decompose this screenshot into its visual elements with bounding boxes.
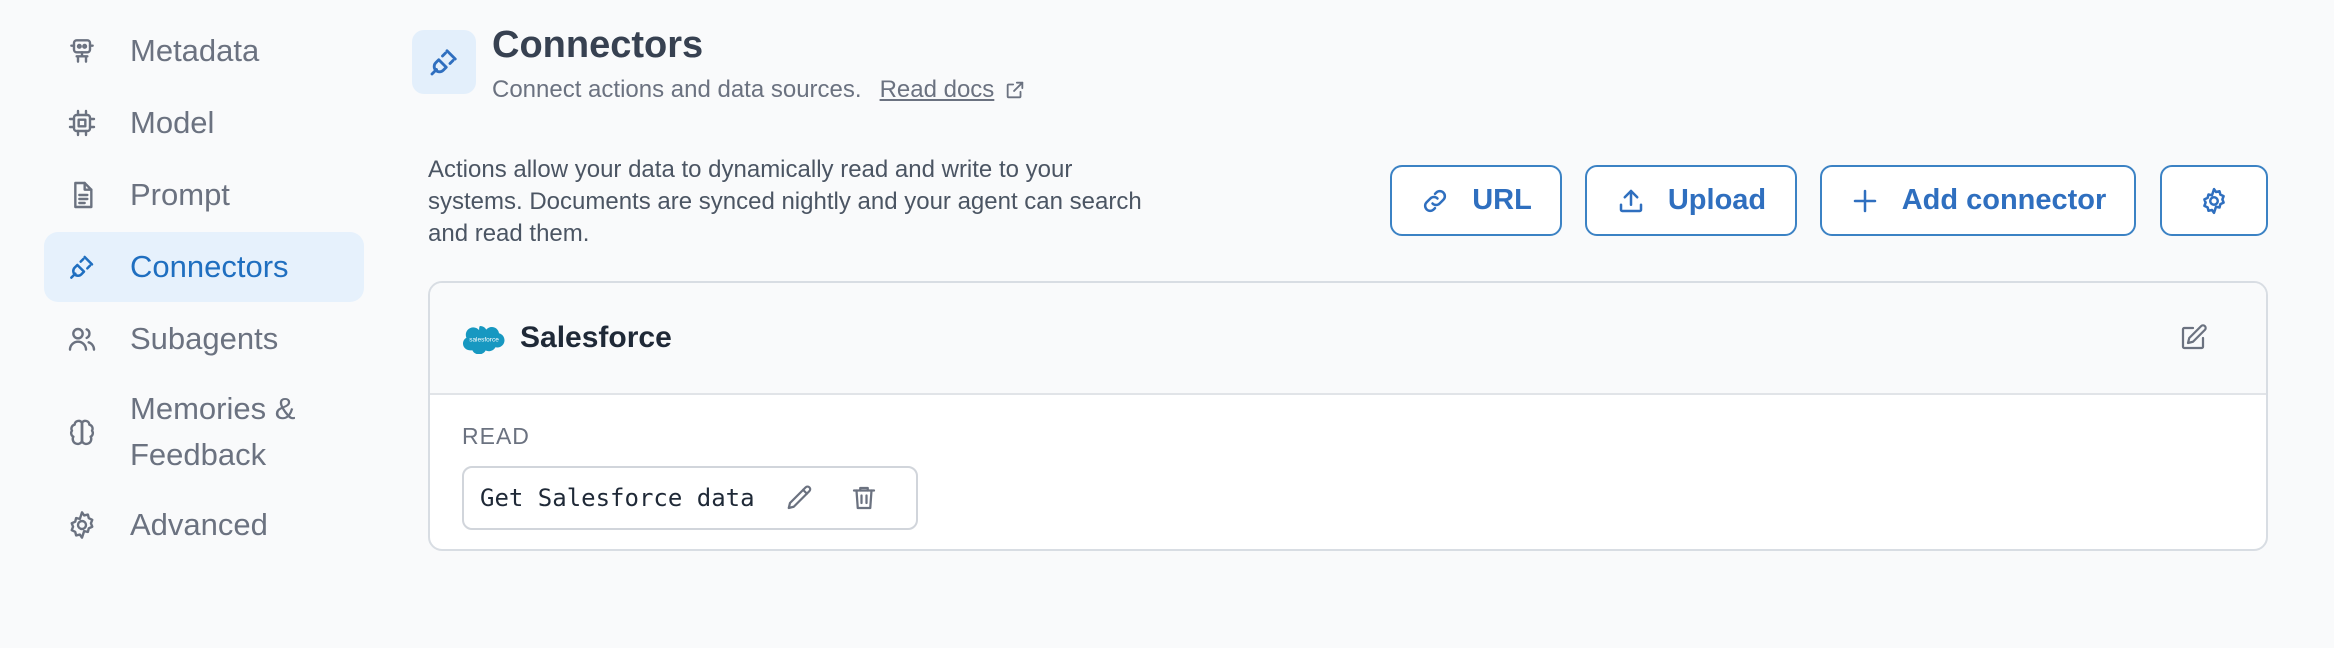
sidebar-item-label: Model [130,105,215,140]
page-title: Connectors [492,24,704,66]
sidebar-item-label: Connectors [130,249,289,284]
gear-icon [66,509,98,541]
sidebar-item-advanced[interactable]: Advanced [44,490,364,560]
upload-button[interactable]: Upload [1585,165,1797,236]
trash-icon[interactable] [849,483,879,513]
sidebar-item-metadata[interactable]: Metadata [44,16,364,86]
salesforce-logo-text: salesforce [469,337,499,344]
sidebar-item-label: Advanced [130,507,268,542]
plug-icon [412,30,476,94]
upload-icon [1616,186,1646,216]
chip-icon [66,107,98,139]
action-name: Get Salesforce data [480,484,755,512]
connector-card: salesforce Salesforce READ Get Salesforc… [428,281,2268,551]
sidebar-item-prompt[interactable]: Prompt [44,160,364,230]
read-docs-link[interactable]: Read docs [880,74,995,106]
add-connector-label: Add connector [1901,184,2107,216]
sidebar-item-model[interactable]: Model [44,88,364,158]
robot-icon [66,35,98,67]
url-button-label: URL [1472,184,1532,216]
sidebar: Metadata Model Prompt Connectors Subagen… [44,16,364,562]
settings-button[interactable] [2160,165,2268,236]
subtitle-text: Connect actions and data sources. [492,76,862,103]
link-icon [1420,186,1450,216]
plug-icon [66,251,98,283]
connector-name: Salesforce [520,321,672,354]
pencil-icon[interactable] [785,483,815,513]
plus-icon [1850,186,1880,216]
sidebar-item-label: Metadata [130,33,260,68]
sidebar-item-label: Prompt [130,177,230,212]
sidebar-item-subagents[interactable]: Subagents [44,304,364,374]
url-button[interactable]: URL [1390,165,1562,236]
edit-icon[interactable] [2178,323,2208,353]
read-section-label: READ [462,423,530,449]
document-icon [66,179,98,211]
connector-card-header: salesforce Salesforce [430,283,2266,395]
brain-icon [66,416,98,448]
upload-button-label: Upload [1667,184,1767,216]
sidebar-item-memories[interactable]: Memories & Feedback [44,376,364,488]
sidebar-item-label: Subagents [130,321,279,356]
add-connector-button[interactable]: Add connector [1820,165,2136,236]
page-subtitle: Connect actions and data sources. Read d… [492,74,1026,106]
salesforce-logo: salesforce [462,322,506,354]
sidebar-item-connectors[interactable]: Connectors [44,232,364,302]
action-chip[interactable]: Get Salesforce data [462,466,918,530]
gear-icon [2199,186,2229,216]
connectors-description: Actions allow your data to dynamically r… [428,156,1142,247]
users-icon [66,323,98,355]
external-link-icon[interactable] [1004,79,1026,101]
sidebar-item-label: Memories & Feedback [130,391,296,472]
